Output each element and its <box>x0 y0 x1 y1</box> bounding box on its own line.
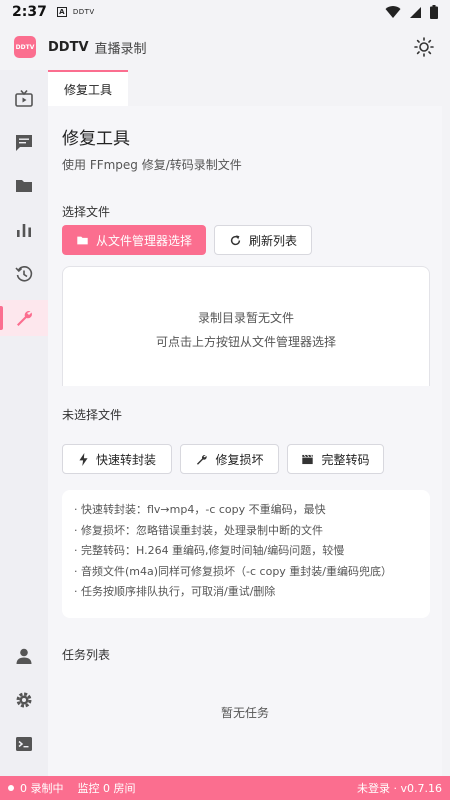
theme-toggle-button[interactable] <box>412 35 436 59</box>
terminal-icon <box>16 737 32 751</box>
refresh-icon <box>230 234 241 245</box>
app-bar: DDTV DDTV 直播录制 <box>0 24 450 70</box>
ddtv-notification-icon: DDTV <box>72 8 95 16</box>
empty-files-hint: 可点击上方按钮从文件管理器选择 <box>155 335 336 349</box>
tips-card: · 快速转封装：flv→mp4，-c copy 不重编码，最快 · 修复损坏：忽… <box>62 490 430 618</box>
select-file-label: 选择文件 <box>62 205 111 219</box>
person-icon <box>16 648 32 664</box>
wrench-icon <box>197 454 208 465</box>
sun-icon <box>414 37 434 57</box>
login-version[interactable]: 未登录 · v0.7.16 <box>357 780 442 796</box>
wrench-icon <box>17 311 32 326</box>
refresh-button-label: 刷新列表 <box>248 233 297 248</box>
sidebar-item-history[interactable] <box>0 256 48 292</box>
tip-item: · 完整转码：H.264 重编码,修复时间轴/编码问题，较慢 <box>74 544 345 557</box>
history-icon <box>15 266 33 282</box>
live-tv-icon <box>15 89 33 107</box>
file-list-panel: 录制目录暂无文件 可点击上方按钮从文件管理器选择 <box>62 266 430 386</box>
full-transcode-button[interactable]: 完整转码 <box>287 444 384 474</box>
sidebar-item-account[interactable] <box>0 638 48 674</box>
tip-item: · 修复损坏：忽略错误重封装，处理录制中断的文件 <box>74 523 323 537</box>
monitoring-count: 监控 0 房间 <box>77 782 136 795</box>
sidebar <box>0 70 48 776</box>
status-time: 2:37 <box>12 4 47 20</box>
gear-icon <box>16 692 32 708</box>
battery-icon <box>430 5 438 19</box>
pick-button-label: 从文件管理器选择 <box>95 233 192 248</box>
tab-repair-tool[interactable]: 修复工具 <box>48 70 128 106</box>
app-logo: DDTV <box>14 36 36 58</box>
page-title: 修复工具 <box>62 129 130 149</box>
folder-icon <box>77 236 88 244</box>
refresh-list-button[interactable]: 刷新列表 <box>214 225 312 255</box>
notification-icon: A <box>56 7 67 17</box>
full-transcode-label: 完整转码 <box>321 452 370 467</box>
repair-damaged-button[interactable]: 修复损坏 <box>180 444 279 474</box>
repair-page: 修复工具 使用 FFmpeg 修复/转码录制文件 选择文件 从文件管理器选择 刷… <box>48 106 442 776</box>
sidebar-item-danmaku[interactable] <box>0 125 48 161</box>
bolt-icon <box>79 452 88 466</box>
no-file-selected-label: 未选择文件 <box>62 408 123 422</box>
main-content: 修复工具 修复工具 使用 FFmpeg 修复/转码录制文件 选择文件 从文件管理… <box>48 70 450 776</box>
repair-damaged-label: 修复损坏 <box>215 452 264 467</box>
folder-icon <box>16 180 32 192</box>
app-title: DDTV <box>48 39 89 55</box>
quick-remux-label: 快速转封装 <box>95 452 156 467</box>
no-tasks-message: 暂无任务 <box>220 706 269 720</box>
sidebar-item-console[interactable] <box>0 726 48 762</box>
recording-count: 0 录制中 <box>20 782 64 795</box>
recording-dot-icon <box>8 785 14 791</box>
chat-icon <box>16 135 32 151</box>
app-subtitle: 直播录制 <box>94 41 147 57</box>
empty-files-message: 录制目录暂无文件 <box>197 311 294 325</box>
bar-chart-icon <box>17 224 31 237</box>
tip-item: · 任务按顺序排队执行，可取消/重试/删除 <box>74 585 276 598</box>
bottom-status-bar: 0 录制中 监控 0 房间 未登录 · v0.7.16 <box>0 776 450 800</box>
sidebar-item-settings[interactable] <box>0 682 48 718</box>
pick-from-file-manager-button[interactable]: 从文件管理器选择 <box>62 225 206 255</box>
tip-item: · 快速转封装：flv→mp4，-c copy 不重编码，最快 <box>74 503 326 516</box>
signal-icon <box>410 6 421 18</box>
task-list-label: 任务列表 <box>62 648 111 662</box>
clapperboard-icon <box>302 454 314 464</box>
quick-remux-button[interactable]: 快速转封装 <box>62 444 172 474</box>
page-description: 使用 FFmpeg 修复/转码录制文件 <box>62 158 242 172</box>
tip-item: · 音频文件(m4a)同样可修复损坏（-c copy 重封装/重编码兜底） <box>74 564 393 578</box>
sidebar-item-stats[interactable] <box>0 212 48 248</box>
status-bar: 2:37 A DDTV <box>0 0 450 24</box>
tab-strip: 修复工具 <box>48 70 450 106</box>
wifi-icon <box>385 6 401 19</box>
sidebar-item-repair[interactable] <box>0 300 48 336</box>
sidebar-item-live[interactable] <box>0 81 48 117</box>
sidebar-item-files[interactable] <box>0 168 48 204</box>
